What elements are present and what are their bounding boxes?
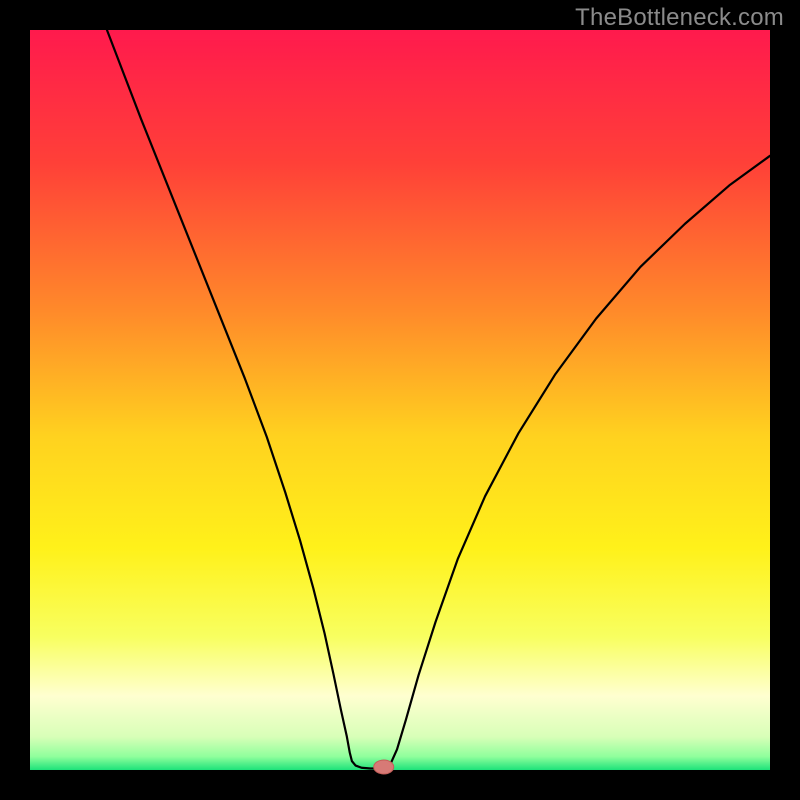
chart-frame: TheBottleneck.com: [0, 0, 800, 800]
chart-background: [30, 30, 770, 770]
optimal-point-marker: [374, 760, 394, 774]
watermark-text: TheBottleneck.com: [575, 4, 784, 32]
bottleneck-chart: [0, 0, 800, 800]
